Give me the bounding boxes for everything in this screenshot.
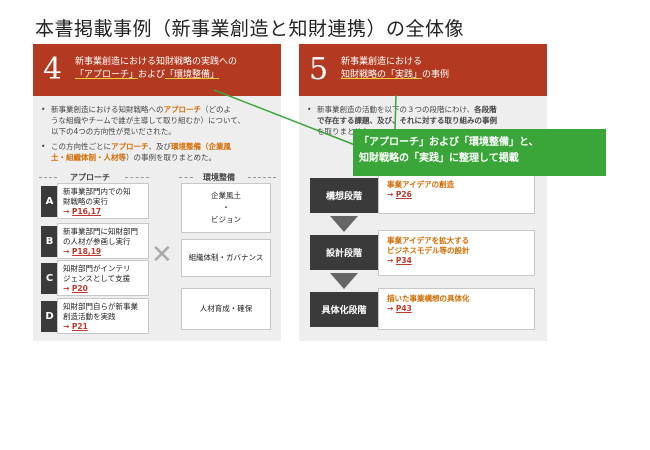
summary-callout: 「アプローチ」および「環境整備」と、 知財戦略の「実践」に整理して掲載 bbox=[353, 129, 606, 176]
callout-connectors bbox=[0, 0, 650, 450]
